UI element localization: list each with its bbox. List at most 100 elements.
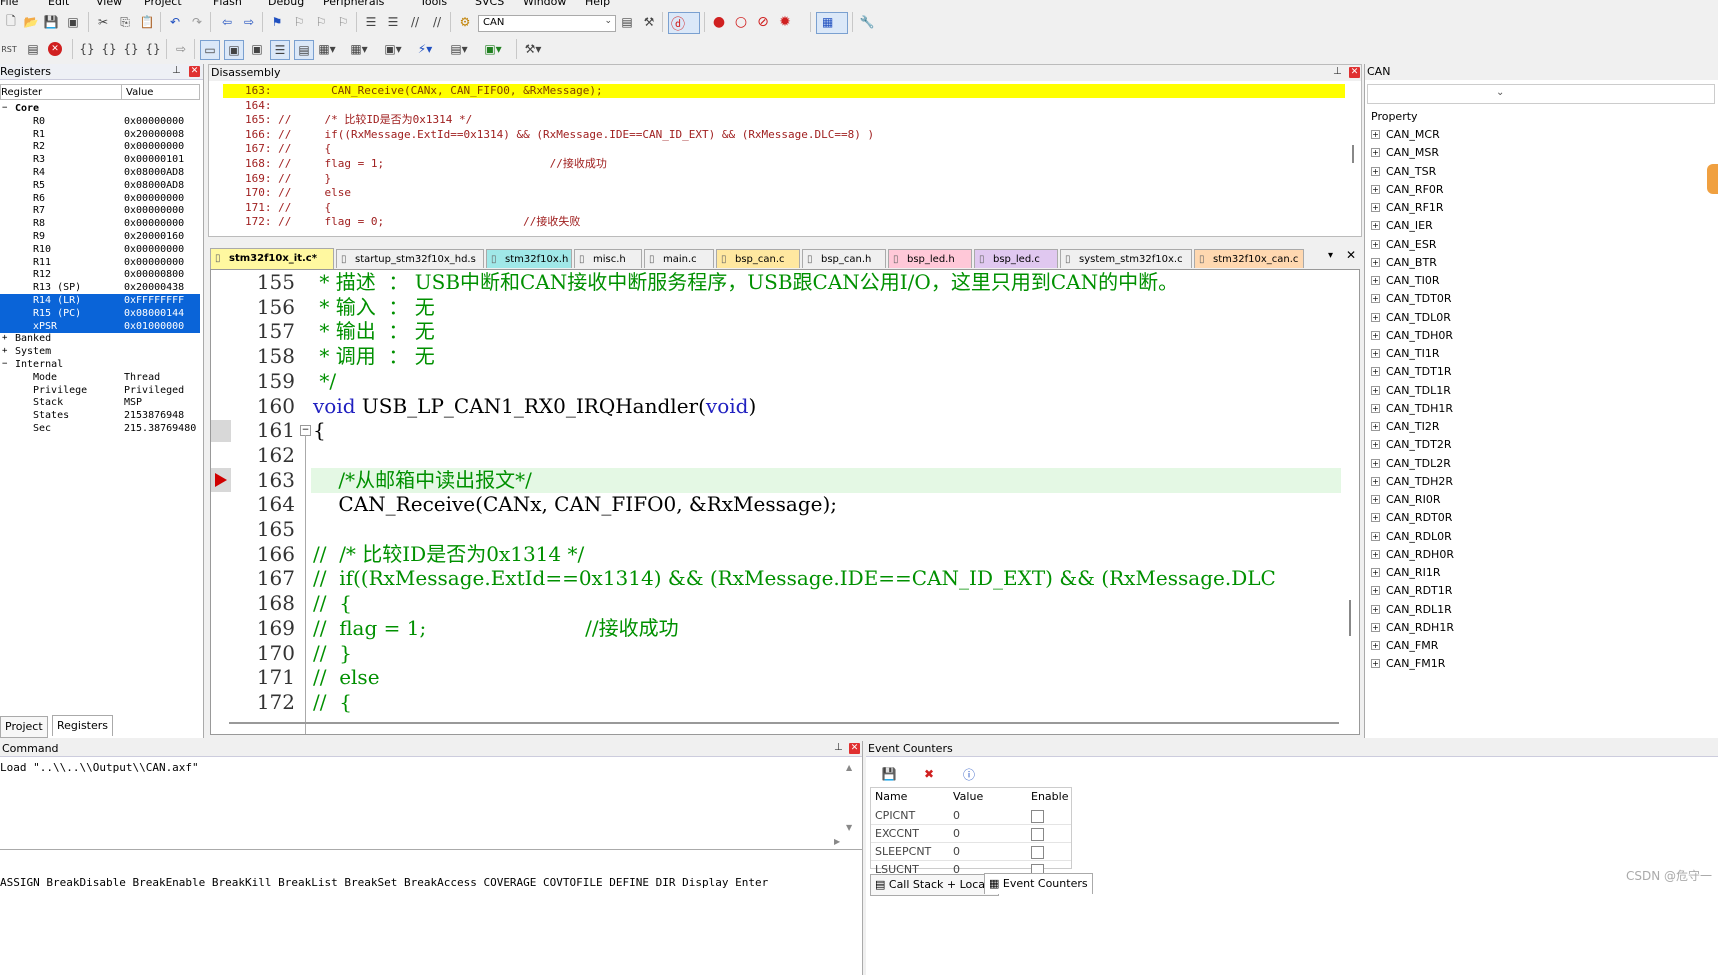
code-line[interactable]: */ xyxy=(313,369,336,394)
expand-icon[interactable]: + xyxy=(1371,458,1380,468)
disassembly-line[interactable]: 168: // flag = 1; //接收成功 xyxy=(245,157,607,171)
expand-icon[interactable]: + xyxy=(1371,641,1380,650)
tree-group[interactable]: + System xyxy=(0,345,200,358)
menu-item-view[interactable]: View xyxy=(96,0,122,8)
can-register-can_tdh1r[interactable]: + CAN_TDH1R xyxy=(1371,400,1453,418)
expand-icon[interactable]: + xyxy=(1371,549,1380,559)
can-register-can_tdl2r[interactable]: + CAN_TDL2R xyxy=(1371,455,1451,473)
expand-icon[interactable]: − xyxy=(2,358,7,371)
disassembly-line[interactable]: 165: // /* 比较ID是否为0x1314 */ xyxy=(245,113,472,127)
can-register-can_tdt0r[interactable]: + CAN_TDT0R xyxy=(1371,290,1451,308)
can-select[interactable]: ⌄ xyxy=(1367,84,1715,104)
breakpoint-disable-icon[interactable]: ○ xyxy=(732,13,750,31)
register-row[interactable]: R12 0x00000800 xyxy=(0,268,200,281)
register-row[interactable]: R11 0x00000000 xyxy=(0,256,200,269)
enable-checkbox[interactable] xyxy=(1031,810,1044,823)
register-row[interactable]: R7 0x00000000 xyxy=(0,204,200,217)
can-register-can_rdh0r[interactable]: + CAN_RDH0R xyxy=(1371,546,1454,564)
editor-scrollbar[interactable] xyxy=(1349,600,1351,636)
can-register-can_rf1r[interactable]: + CAN_RF1R xyxy=(1371,199,1444,217)
register-row[interactable]: R5 0x08000AD8 xyxy=(0,179,200,192)
can-register-can_ti0r[interactable]: + CAN_TI0R xyxy=(1371,272,1440,290)
undo-icon[interactable]: ↶ xyxy=(166,13,184,31)
code-line[interactable]: { xyxy=(313,418,326,443)
can-register-can_msr[interactable]: + CAN_MSR xyxy=(1371,144,1439,162)
manage-icon[interactable]: ⚒ xyxy=(640,13,658,31)
tree-group[interactable]: + Banked xyxy=(0,332,200,345)
tab-bsp-led-h[interactable]: ▯ bsp_led.h xyxy=(888,249,972,268)
menu-item-tools[interactable]: Tools xyxy=(420,0,447,8)
expand-icon[interactable]: + xyxy=(1371,184,1380,194)
menu-item-debug[interactable]: Debug xyxy=(268,0,304,8)
debug-session-button[interactable]: ⓓ xyxy=(668,12,700,34)
code-editor[interactable]: − 155 * 描述 ： USB中断和CAN接收中断服务程序，USB跟CAN公用… xyxy=(210,269,1360,735)
can-register-can_esr[interactable]: + CAN_ESR xyxy=(1371,236,1437,254)
menu-item-flash[interactable]: Flash xyxy=(213,0,242,8)
expand-icon[interactable]: + xyxy=(1371,349,1380,358)
expand-icon[interactable]: + xyxy=(1371,422,1380,431)
pin-icon[interactable]: ⊥ xyxy=(172,65,181,76)
tab-bsp-can-c[interactable]: ▯ bsp_can.c xyxy=(716,249,800,268)
register-row[interactable]: R8 0x00000000 xyxy=(0,217,200,230)
expand-icon[interactable]: + xyxy=(1371,604,1380,614)
bookmark-clear-icon[interactable]: ⚐ xyxy=(334,13,352,31)
menu-item-window[interactable]: Window xyxy=(523,0,566,8)
run-icon[interactable]: ▤ xyxy=(24,40,42,58)
register-row[interactable]: R0 0x00000000 xyxy=(0,115,200,128)
collapse-icon[interactable]: − xyxy=(2,102,7,115)
can-register-can_tdh0r[interactable]: + CAN_TDH0R xyxy=(1371,327,1453,345)
breakpoint-disable-all-icon[interactable]: ⊘ xyxy=(754,13,772,31)
disassembly-line[interactable]: 170: // else xyxy=(245,186,351,200)
uncomment-icon[interactable]: // xyxy=(428,13,446,31)
tab-project[interactable]: Project xyxy=(0,716,48,738)
expand-icon[interactable]: + xyxy=(1371,586,1380,596)
target-select[interactable]: CAN ⌄ xyxy=(478,15,616,32)
menu-item-project[interactable]: Project xyxy=(144,0,182,8)
register-row[interactable]: R1 0x20000008 xyxy=(0,128,200,141)
menu-item-file[interactable]: File xyxy=(0,0,18,8)
code-line[interactable]: // /* 比较ID是否为0x1314 */ xyxy=(313,542,584,567)
register-row[interactable]: xPSR 0x01000000 xyxy=(0,319,200,333)
close-icon[interactable]: ✕ xyxy=(1349,67,1360,78)
close-icon[interactable]: ✕ xyxy=(189,66,200,77)
code-line[interactable]: // { xyxy=(313,591,352,616)
comment-icon[interactable]: // xyxy=(406,13,424,31)
register-row[interactable]: Sec 215.38769480 xyxy=(0,422,200,435)
expand-icon[interactable]: + xyxy=(1371,476,1380,486)
unindent-icon[interactable]: ☰ xyxy=(384,13,402,31)
tab-startup-stm32f10x-hd-s[interactable]: ▯ startup_stm32f10x_hd.s xyxy=(336,249,484,268)
run-to-cursor-icon[interactable]: {} xyxy=(144,40,162,58)
save-icon[interactable]: 💾 xyxy=(880,765,898,783)
expand-icon[interactable]: + xyxy=(1371,257,1380,267)
can-register-can_tsr[interactable]: + CAN_TSR xyxy=(1371,163,1436,181)
call-stack-window-icon[interactable]: ▤ xyxy=(294,40,314,60)
register-row[interactable]: R6 0x00000000 xyxy=(0,192,200,205)
menu-item-edit[interactable]: Edit xyxy=(48,0,69,8)
paste-icon[interactable]: 📋 xyxy=(138,13,156,31)
save-icon[interactable]: 💾 xyxy=(42,13,60,31)
code-line[interactable]: * 描述 ： USB中断和CAN接收中断服务程序，USB跟CAN公用I/O，这里… xyxy=(313,270,1178,295)
code-line[interactable]: /*从邮箱中读出报文*/ xyxy=(313,468,531,493)
options-icon[interactable]: ▤ xyxy=(618,13,636,31)
enable-checkbox[interactable] xyxy=(1031,828,1044,841)
show-next-statement-icon[interactable]: ⇨ xyxy=(172,40,190,58)
can-register-can_rdh1r[interactable]: + CAN_RDH1R xyxy=(1371,619,1454,637)
code-line[interactable]: // { xyxy=(313,690,352,715)
expand-icon[interactable]: + xyxy=(1371,403,1380,413)
nav-back-icon[interactable]: ⇦ xyxy=(218,13,236,31)
registers-window-icon[interactable]: ☰ xyxy=(270,40,290,60)
can-register-can_btr[interactable]: + CAN_BTR xyxy=(1371,254,1437,272)
register-row[interactable]: States 2153876948 xyxy=(0,409,200,422)
tab-bsp-can-h[interactable]: ▯ bsp_can.h xyxy=(802,249,886,268)
tab-list-icon[interactable]: ▾ xyxy=(1328,250,1333,261)
expand-icon[interactable]: + xyxy=(1371,312,1380,322)
code-line[interactable]: * 调用 ： 无 xyxy=(313,344,434,369)
clear-icon[interactable]: ✖ xyxy=(920,765,938,783)
analysis-window-icon[interactable]: ⚡▾ xyxy=(416,40,434,58)
pin-icon[interactable]: ⊥ xyxy=(834,742,843,753)
can-register-can_tdt2r[interactable]: + CAN_TDT2R xyxy=(1371,436,1451,454)
tab-main-c[interactable]: ▯ main.c xyxy=(644,249,714,268)
can-register-can_mcr[interactable]: + CAN_MCR xyxy=(1371,126,1440,144)
register-row[interactable]: R4 0x08000AD8 xyxy=(0,166,200,179)
cut-icon[interactable]: ✂ xyxy=(94,13,112,31)
